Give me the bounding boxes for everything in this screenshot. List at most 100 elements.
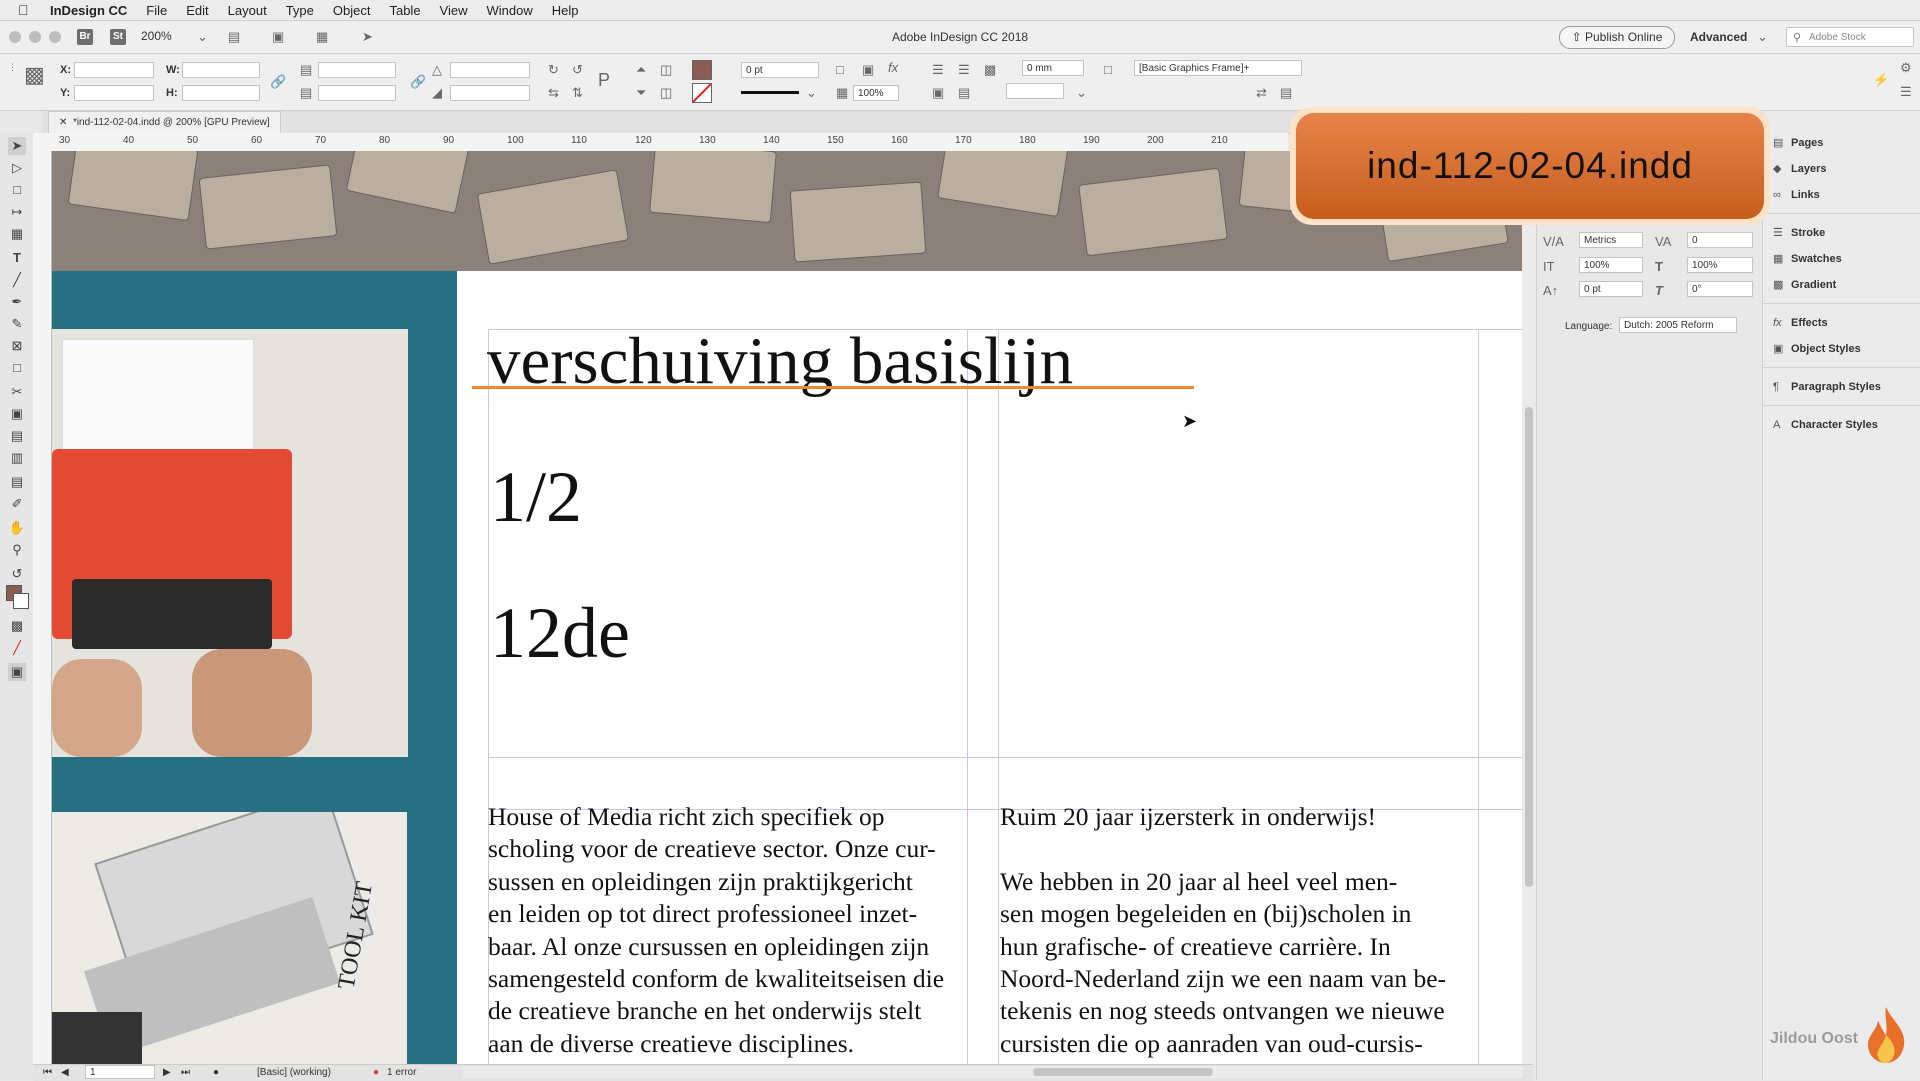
baseline-shift-field[interactable]: 0 pt bbox=[1579, 281, 1643, 297]
stroke-style-field[interactable] bbox=[1006, 83, 1064, 99]
horizontal-scale-field[interactable]: 100% bbox=[1687, 257, 1753, 273]
lightning-icon[interactable]: ⚡ bbox=[1873, 72, 1889, 88]
skew-field[interactable]: 0° bbox=[1687, 281, 1753, 297]
dock-character-styles[interactable]: A Character Styles bbox=[1773, 415, 1878, 435]
pen-tool-icon[interactable]: ✒ bbox=[8, 293, 26, 311]
rotate-ccw-icon[interactable]: ↺ bbox=[572, 62, 583, 78]
stroke-color-icon[interactable] bbox=[13, 593, 29, 609]
menu-layout[interactable]: Layout bbox=[228, 3, 267, 18]
free-transform-tool-icon[interactable]: ▣ bbox=[8, 405, 26, 423]
scale-y-field[interactable] bbox=[318, 85, 396, 101]
workspace-switcher[interactable]: Advanced bbox=[1690, 30, 1747, 44]
close-tab-icon[interactable]: ✕ bbox=[59, 117, 73, 128]
chevron-down-icon[interactable]: ⌄ bbox=[1076, 85, 1087, 101]
apply-none-icon[interactable]: ╱ bbox=[8, 639, 26, 657]
dock-paragraph-styles[interactable]: ¶ Paragraph Styles bbox=[1773, 377, 1881, 397]
menu-window[interactable]: Window bbox=[487, 3, 533, 18]
menu-object[interactable]: Object bbox=[333, 3, 371, 18]
rectangle-frame-tool-icon[interactable]: ⊠ bbox=[8, 337, 26, 355]
vertical-ruler[interactable] bbox=[33, 151, 52, 1066]
distribute-bottom-icon[interactable]: ◫ bbox=[660, 85, 672, 101]
align-bottom-icon[interactable]: ⏷ bbox=[636, 85, 646, 101]
control-panel-grip[interactable]: ⋮ bbox=[8, 62, 17, 73]
vertical-scroll-thumb[interactable] bbox=[1525, 407, 1533, 887]
screen-mode-icon[interactable]: ▣ bbox=[8, 663, 26, 681]
stroke-swatch[interactable] bbox=[692, 83, 712, 103]
apple-icon[interactable]:  bbox=[18, 2, 36, 18]
dock-object-styles[interactable]: ▣ Object Styles bbox=[1773, 339, 1861, 359]
next-page-icon[interactable]: ▶ bbox=[163, 1067, 171, 1078]
note-tool-icon[interactable]: ▤ bbox=[8, 473, 26, 491]
hand-tool-icon[interactable]: ✋ bbox=[8, 519, 26, 537]
h-field[interactable] bbox=[182, 85, 260, 101]
pencil-tool-icon[interactable]: ✎ bbox=[8, 315, 26, 333]
align-center-icon[interactable]: ☰ bbox=[958, 62, 970, 78]
rotation-field[interactable] bbox=[450, 62, 530, 78]
flip-horizontal-icon[interactable]: ⇆ bbox=[548, 85, 559, 101]
previous-page-icon[interactable]: ◀ bbox=[61, 1067, 69, 1078]
menu-table[interactable]: Table bbox=[389, 3, 420, 18]
offset-field[interactable]: 0 mm bbox=[1022, 60, 1084, 76]
chevron-down-icon[interactable]: ⌄ bbox=[1757, 29, 1768, 45]
vertical-scrollbar[interactable] bbox=[1522, 151, 1536, 1064]
gradient-swatch-tool-icon[interactable]: ▤ bbox=[8, 427, 26, 445]
vertical-scale-field[interactable]: 100% bbox=[1579, 257, 1643, 273]
selection-tool-icon[interactable]: ➤ bbox=[8, 137, 26, 155]
fill-swatch[interactable] bbox=[692, 60, 712, 80]
distribute-icon[interactable]: ◫ bbox=[660, 62, 672, 78]
dock-swatches[interactable]: ▦ Swatches bbox=[1773, 249, 1842, 269]
stroke-weight-field[interactable]: 0 pt bbox=[741, 62, 819, 78]
horizontal-scrollbar[interactable] bbox=[463, 1066, 1523, 1078]
align-icon[interactable]: ⏶ bbox=[636, 62, 646, 78]
zoom-tool-icon[interactable]: ⚲ bbox=[8, 541, 26, 559]
type-tool-icon[interactable]: T bbox=[8, 249, 26, 267]
menu-type[interactable]: Type bbox=[286, 3, 314, 18]
menu-help[interactable]: Help bbox=[552, 3, 579, 18]
horizontal-ruler[interactable]: 30 40 50 60 70 80 90 100 110 120 130 140… bbox=[33, 133, 1288, 152]
select-container-icon[interactable]: P bbox=[598, 70, 610, 91]
dock-stroke[interactable]: ☰ Stroke bbox=[1773, 223, 1825, 243]
error-count[interactable]: 1 error bbox=[387, 1067, 416, 1078]
scissors-tool-icon[interactable]: ✂ bbox=[8, 383, 26, 401]
shear-field[interactable] bbox=[450, 85, 530, 101]
text-frame-icon[interactable]: ▩ bbox=[984, 62, 996, 78]
rectangle-tool-icon[interactable]: □ bbox=[8, 359, 26, 377]
direct-selection-tool-icon[interactable]: ▷ bbox=[8, 159, 26, 177]
first-page-icon[interactable]: ⏮ bbox=[43, 1067, 52, 1078]
kerning-field[interactable]: Metrics bbox=[1579, 232, 1643, 248]
flip-vertical-icon[interactable]: ⇅ bbox=[572, 85, 583, 101]
rotate-cw-icon[interactable]: ↻ bbox=[548, 62, 559, 78]
dock-pages[interactable]: ▤ Pages bbox=[1773, 133, 1823, 153]
align-left-icon[interactable]: ☰ bbox=[932, 62, 944, 78]
constrain-scale-icon[interactable]: 🔗 bbox=[410, 74, 426, 90]
gradient-feather-tool-icon[interactable]: ▥ bbox=[8, 449, 26, 467]
dock-gradient[interactable]: ▩ Gradient bbox=[1773, 275, 1836, 295]
tracking-field[interactable]: 0 bbox=[1687, 232, 1753, 248]
body-text-column-1[interactable]: House of Media richt zich specifiek op s… bbox=[488, 801, 944, 1060]
content-collector-icon[interactable]: ▦ bbox=[8, 225, 26, 243]
adobe-stock-search[interactable]: ⚲ Adobe Stock bbox=[1786, 27, 1914, 47]
constrain-proportions-icon[interactable]: 🔗 bbox=[270, 74, 286, 90]
auto-fit-icon[interactable]: ▣ bbox=[932, 85, 944, 101]
menu-app[interactable]: InDesign CC bbox=[50, 3, 127, 18]
last-page-icon[interactable]: ⏭ bbox=[181, 1067, 190, 1078]
horizontal-scroll-thumb[interactable] bbox=[1033, 1068, 1213, 1076]
typewriter-photo[interactable] bbox=[52, 329, 408, 757]
panel-menu-icon[interactable]: ☰ bbox=[1900, 84, 1912, 100]
scale-x-field[interactable] bbox=[318, 62, 396, 78]
menu-view[interactable]: View bbox=[440, 3, 468, 18]
dock-links[interactable]: ∞ Links bbox=[1773, 185, 1820, 205]
formatting-affects-container-icon[interactable]: ▩ bbox=[8, 617, 26, 635]
fx-icon[interactable]: fx bbox=[888, 60, 898, 75]
chevron-down-icon[interactable]: ⌄ bbox=[806, 85, 817, 101]
redefine-style-icon[interactable]: ▤ bbox=[1280, 85, 1292, 101]
scale-percent-field[interactable]: 100% bbox=[853, 85, 899, 101]
menu-file[interactable]: File bbox=[146, 3, 167, 18]
fraction-text[interactable]: 1/2 bbox=[490, 456, 582, 539]
columns-icon[interactable]: ▤ bbox=[958, 85, 970, 101]
stroke-type-preview[interactable] bbox=[741, 91, 799, 94]
frame-fitting-icon[interactable]: □ bbox=[836, 62, 844, 77]
menu-edit[interactable]: Edit bbox=[186, 3, 208, 18]
eyedropper-tool-icon[interactable]: ✐ bbox=[8, 495, 26, 513]
line-tool-icon[interactable]: ╱ bbox=[8, 271, 26, 289]
